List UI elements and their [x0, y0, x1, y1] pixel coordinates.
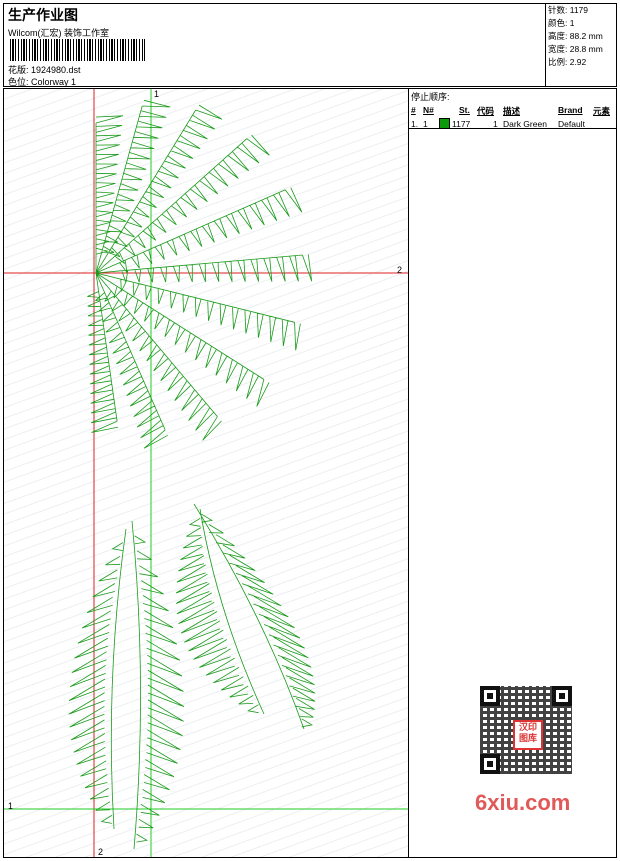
- axis-marker-right: 2: [397, 265, 403, 275]
- qr-code: 汉印图库: [472, 682, 582, 778]
- sheet-header: 生产作业图 Wilcom(汇宏) 装饰工作室 花版: 1924980.dst 色…: [3, 3, 617, 87]
- sheet-title: 生产作业图: [8, 7, 78, 23]
- stitch-paths: [68, 99, 316, 850]
- col-stitches: St.: [459, 105, 470, 115]
- watermark-stamp: 汉印图库: [513, 720, 543, 750]
- qr-finder-top-left: [480, 686, 500, 706]
- production-sheet: 生产作业图 Wilcom(汇宏) 装饰工作室 花版: 1924980.dst 色…: [0, 0, 620, 861]
- qr-finder-top-right: [552, 686, 572, 706]
- col-code: 代码: [477, 106, 495, 116]
- stop-sequence-header: # N# St. 代码 描述 Brand 元素: [409, 104, 616, 117]
- studio-name: Wilcom(汇宏) 装饰工作室: [8, 28, 109, 38]
- stop-sequence-title: 停止顺序:: [411, 92, 450, 102]
- col-brand: Brand: [558, 105, 583, 115]
- qr-finder-bottom-left: [480, 754, 500, 774]
- stat-width: 宽度: 28.8 mm: [548, 44, 603, 54]
- stat-height: 高度: 88.2 mm: [548, 31, 603, 41]
- stat-colors: 颜色: 1: [548, 18, 575, 28]
- col-description: 描述: [503, 106, 521, 116]
- panel-divider: [409, 128, 616, 129]
- stat-scale: 比例: 2.92: [548, 57, 587, 67]
- barcode: [10, 39, 145, 61]
- axis-marker-left: 1: [8, 801, 14, 811]
- watermark-site: 6xiu.com: [475, 790, 571, 815]
- stitch-drawing: [4, 89, 408, 857]
- colorway: 色位: Colorway 1: [8, 77, 77, 87]
- axis-marker-bottom: 2: [98, 847, 104, 857]
- design-canvas[interactable]: 1 2 1 2: [3, 88, 409, 858]
- stitch-path: [68, 99, 316, 850]
- axis-marker-top: 1: [154, 89, 160, 99]
- col-element: 元素: [593, 106, 611, 116]
- stat-stitches: 针数: 1179: [548, 5, 589, 15]
- col-index: #: [411, 105, 416, 115]
- stats-panel: 针数: 1179 颜色: 1 高度: 88.2 mm 宽度: 28.8 mm 比…: [545, 4, 616, 86]
- col-needle: N#: [423, 105, 434, 115]
